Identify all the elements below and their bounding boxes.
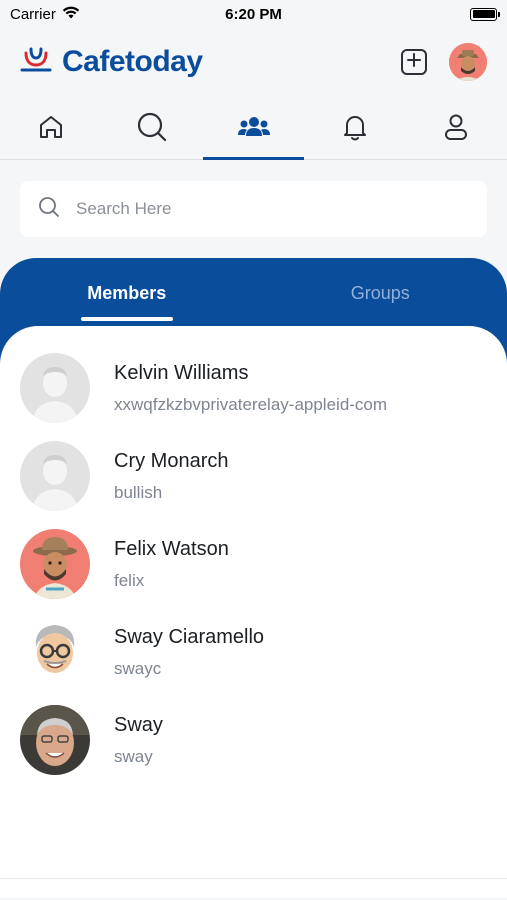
member-handle: bullish <box>114 482 163 502</box>
nav-people[interactable] <box>202 100 305 160</box>
people-icon <box>237 114 271 145</box>
member-info: Kelvin Williams xxwqfzkzbvprivaterelay-a… <box>114 362 387 415</box>
nav-notifications[interactable] <box>304 100 405 159</box>
member-list: Kelvin Williams xxwqfzkzbvprivaterelay-a… <box>0 326 507 898</box>
list-item[interactable]: Sway sway <box>0 696 507 784</box>
member-name: Felix Watson <box>114 537 229 560</box>
plus-square-icon <box>407 52 421 72</box>
default-avatar <box>20 353 90 423</box>
wifi-icon <box>62 6 80 23</box>
members-panel: Members Groups Kelvin Williams xxwqfzkzb… <box>0 258 507 898</box>
tab-members[interactable]: Members <box>0 258 254 328</box>
person-icon <box>443 113 469 146</box>
photo-avatar <box>20 705 90 775</box>
nav-profile[interactable] <box>406 100 507 159</box>
member-info: Cry Monarch bullish <box>114 450 228 503</box>
member-name: Sway Ciaramello <box>114 625 265 648</box>
member-name: Kelvin Williams <box>114 361 249 384</box>
battery-icon <box>470 7 500 21</box>
bell-icon <box>341 112 369 147</box>
status-bar: Carrier 6:20 PM <box>0 0 507 28</box>
search-icon <box>136 111 168 148</box>
list-item[interactable]: Sway Ciaramello swayc <box>0 608 507 696</box>
member-info: Sway sway <box>114 714 163 767</box>
add-button[interactable] <box>401 49 427 75</box>
profile-avatar[interactable] <box>449 43 487 81</box>
carrier-label: Carrier <box>10 5 56 23</box>
app-header: Cafetoday <box>0 36 507 88</box>
member-name: Cry Monarch <box>114 449 229 472</box>
search-icon <box>38 196 60 223</box>
status-left: Carrier <box>10 6 80 23</box>
app-name: Cafetoday <box>62 45 203 78</box>
nav-search[interactable] <box>101 100 202 159</box>
home-icon <box>37 113 65 146</box>
member-name: Sway <box>114 713 163 736</box>
app-logo[interactable]: Cafetoday <box>20 45 203 80</box>
cartoon-hat-avatar <box>20 529 90 599</box>
member-info: Felix Watson felix <box>114 538 229 591</box>
cafe-logo-icon <box>20 45 56 80</box>
list-item[interactable]: Cry Monarch bullish <box>0 432 507 520</box>
memoji-glasses-avatar <box>20 617 90 687</box>
member-handle: felix <box>114 570 145 590</box>
member-handle: xxwqfzkzbvprivaterelay-appleid-com <box>114 394 388 414</box>
main-nav <box>0 100 507 160</box>
nav-home[interactable] <box>0 100 101 159</box>
default-avatar <box>20 441 90 511</box>
header-actions <box>401 43 487 81</box>
list-item[interactable]: Felix Watson felix <box>0 520 507 608</box>
tab-groups-label: Groups <box>350 282 410 303</box>
member-handle: sway <box>114 746 153 766</box>
tab-active-indicator <box>80 317 173 321</box>
member-handle: swayc <box>114 658 162 678</box>
tab-groups[interactable]: Groups <box>254 258 507 328</box>
tab-members-label: Members <box>87 282 167 303</box>
search-input[interactable] <box>76 199 436 219</box>
member-info: Sway Ciaramello swayc <box>114 626 264 679</box>
battery-fill <box>472 10 495 18</box>
search-bar[interactable] <box>20 181 487 237</box>
bottom-divider <box>0 878 507 879</box>
segment-tabs: Members Groups <box>0 258 507 328</box>
list-item[interactable]: Kelvin Williams xxwqfzkzbvprivaterelay-a… <box>0 344 507 432</box>
